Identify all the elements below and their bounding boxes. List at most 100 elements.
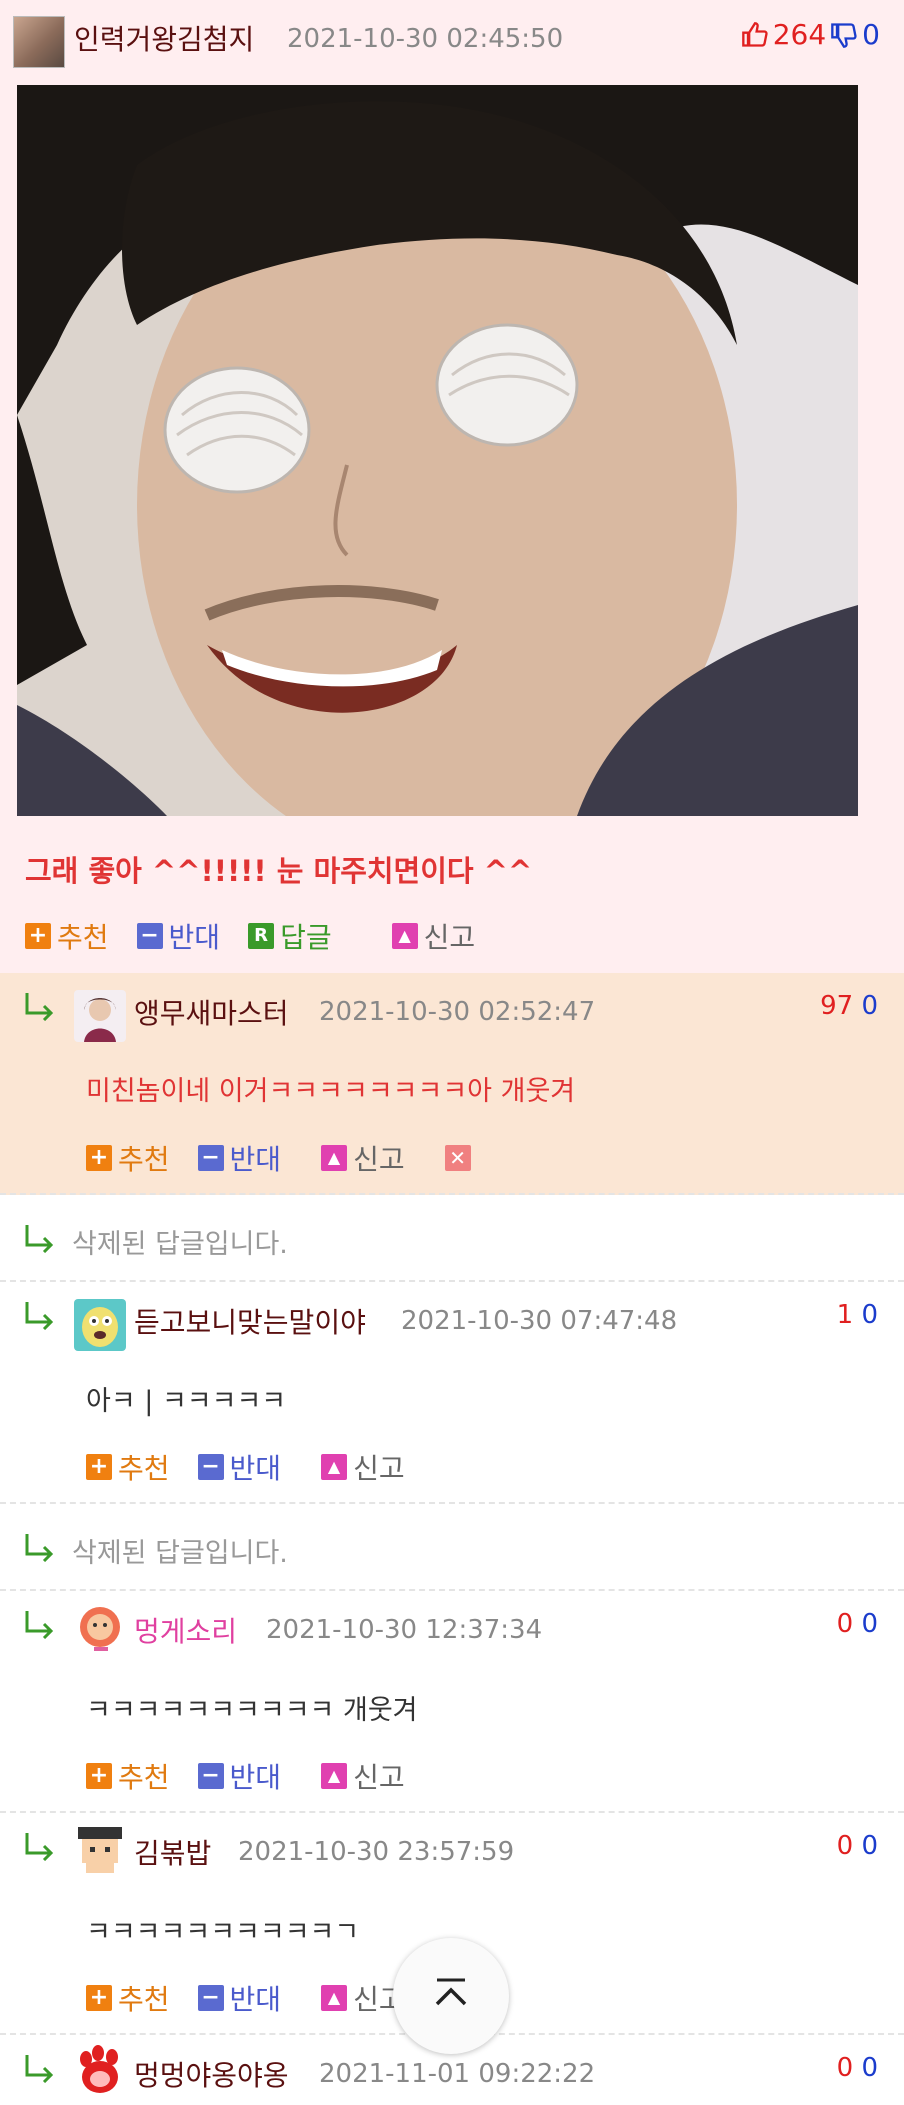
reply-arrow-icon bbox=[25, 1833, 54, 1861]
delete-button[interactable]: ✕ bbox=[444, 1145, 477, 1171]
commenter-avatar[interactable] bbox=[74, 1823, 126, 1875]
oppose-label: 반대 bbox=[229, 1143, 282, 1176]
comment-text: 아ㅋ | ㅋㅋㅋㅋㅋ bbox=[86, 1386, 287, 1417]
recommend-button[interactable]: + 추천 bbox=[25, 916, 109, 956]
plus-icon: + bbox=[86, 1454, 112, 1480]
comment-item: 멍게소리 2021-10-30 12:37:34 0 0 ㅋㅋㅋㅋㅋㅋㅋㅋㅋㅋ … bbox=[0, 1591, 904, 1813]
comment-votes: 0 0 bbox=[837, 1831, 878, 1861]
comment-down-count: 0 bbox=[861, 1831, 878, 1861]
comment-down-count: 0 bbox=[861, 2053, 878, 2083]
scroll-top-button[interactable] bbox=[393, 1938, 509, 2054]
oppose-button[interactable]: − 반대 bbox=[136, 916, 221, 956]
oppose-label: 반대 bbox=[229, 1983, 282, 2016]
chevron-up-icon bbox=[435, 1978, 467, 2006]
comment-votes: 0 0 bbox=[837, 1609, 878, 1639]
thumbs-up-icon[interactable] bbox=[741, 21, 769, 49]
comment-actions: + 추천 − 반대 ▲ 신고 bbox=[86, 1447, 433, 1487]
siren-icon: ▲ bbox=[321, 1985, 348, 2011]
recommend-button[interactable]: + 추천 bbox=[86, 1447, 170, 1487]
post-time: 2021-10-30 02:45:50 bbox=[287, 24, 564, 54]
comment-item: 듣고보니맞는말이야 2021-10-30 07:47:48 1 0 아ㅋ | ㅋ… bbox=[0, 1282, 904, 1504]
recommend-button[interactable]: + 추천 bbox=[86, 1756, 170, 1796]
report-button[interactable]: ▲ 신고 bbox=[391, 916, 476, 956]
commenter-avatar[interactable] bbox=[74, 1299, 126, 1351]
comment-time: 2021-10-30 07:47:48 bbox=[401, 1306, 678, 1336]
comment-author[interactable]: 김볶밥 bbox=[134, 1832, 211, 1872]
reply-button[interactable]: R 답글 bbox=[248, 916, 332, 956]
commenter-avatar[interactable] bbox=[74, 2045, 126, 2097]
commenter-avatar[interactable] bbox=[74, 990, 126, 1042]
recommend-label: 추천 bbox=[57, 921, 109, 954]
report-button[interactable]: ▲ 신고 bbox=[321, 1447, 405, 1487]
oppose-button[interactable]: − 반대 bbox=[197, 1978, 282, 2018]
recommend-button[interactable]: + 추천 bbox=[86, 1138, 170, 1178]
comment-item: 앵무새마스터 2021-10-30 02:52:47 97 0 미친놈이네 이거… bbox=[0, 973, 904, 1195]
recommend-label: 추천 bbox=[118, 1761, 170, 1794]
comment-down-count: 0 bbox=[861, 991, 878, 1021]
comment-time: 2021-10-30 02:52:47 bbox=[319, 997, 596, 1027]
deleted-text: 삭제된 답글입니다. bbox=[72, 1229, 288, 1260]
oppose-label: 반대 bbox=[229, 1761, 282, 1794]
plus-icon: + bbox=[86, 1985, 112, 2011]
comment-time: 2021-10-30 23:57:59 bbox=[238, 1837, 515, 1867]
oppose-button[interactable]: − 반대 bbox=[197, 1138, 282, 1178]
post-author[interactable]: 인력거왕김첨지 bbox=[74, 18, 254, 58]
oppose-label: 반대 bbox=[229, 1452, 282, 1485]
reply-arrow-icon bbox=[25, 2055, 54, 2083]
comment-down-count: 0 bbox=[861, 1300, 878, 1330]
minus-icon: − bbox=[197, 1454, 224, 1480]
thumbs-down-icon[interactable] bbox=[830, 21, 858, 49]
comment-text: ㅋㅋㅋㅋㅋㅋㅋㅋㅋㅋ 개웃겨 bbox=[86, 1695, 418, 1726]
minus-icon: − bbox=[136, 923, 163, 949]
post-header: 인력거왕김첨지 2021-10-30 02:45:50 264 0 bbox=[0, 0, 904, 78]
siren-icon: ▲ bbox=[321, 1763, 348, 1789]
reply-label: 답글 bbox=[280, 921, 332, 954]
plus-icon: + bbox=[86, 1763, 112, 1789]
up-count: 264 bbox=[772, 18, 827, 51]
comment-author[interactable]: 멍멍야옹야옹 bbox=[134, 2054, 289, 2094]
comment-author[interactable]: 듣고보니맞는말이야 bbox=[134, 1301, 366, 1341]
oppose-button[interactable]: − 반대 bbox=[197, 1756, 282, 1796]
report-button[interactable]: ▲ 신고 bbox=[321, 1756, 405, 1796]
report-button[interactable]: ▲ 신고 bbox=[321, 1138, 405, 1178]
author-avatar[interactable] bbox=[13, 16, 65, 68]
comment-up-count: 0 bbox=[836, 2053, 854, 2083]
oppose-label: 반대 bbox=[168, 921, 221, 954]
comment-time: 2021-11-01 09:22:22 bbox=[319, 2059, 596, 2089]
commenter-avatar[interactable] bbox=[74, 1603, 126, 1655]
comment-text: 미친놈이네 이거ㅋㅋㅋㅋㅋㅋㅋㅋ아 개웃겨 bbox=[86, 1076, 576, 1107]
comment-author[interactable]: 멍게소리 bbox=[134, 1610, 237, 1650]
comment-votes: 97 0 bbox=[820, 991, 878, 1021]
report-label: 신고 bbox=[423, 921, 476, 954]
comment-author[interactable]: 앵무새마스터 bbox=[134, 992, 289, 1032]
post-image[interactable] bbox=[17, 85, 858, 816]
reply-arrow-icon bbox=[25, 1534, 54, 1562]
report-label: 신고 bbox=[353, 1452, 405, 1485]
deleted-text: 삭제된 답글입니다. bbox=[72, 1538, 288, 1569]
reply-arrow-icon bbox=[25, 1302, 54, 1330]
plus-icon: + bbox=[25, 923, 51, 949]
post-text: 그래 좋아 ^^!!!!! 눈 마주치면이다 ^^ bbox=[25, 854, 533, 888]
minus-icon: − bbox=[197, 1985, 224, 2011]
recommend-label: 추천 bbox=[118, 1983, 170, 2016]
reply-icon: R bbox=[248, 923, 275, 949]
comment-down-count: 0 bbox=[861, 1609, 878, 1639]
plus-icon: + bbox=[86, 1145, 112, 1171]
close-icon: ✕ bbox=[444, 1145, 471, 1171]
comment-actions: + 추천 − 반대 ▲ 신고 bbox=[86, 1978, 433, 2018]
oppose-button[interactable]: − 반대 bbox=[197, 1447, 282, 1487]
deleted-comment: 삭제된 답글입니다. bbox=[0, 1195, 904, 1282]
comment-up-count: 0 bbox=[836, 1831, 854, 1861]
comment-votes: 0 0 bbox=[837, 2053, 878, 2083]
recommend-button[interactable]: + 추천 bbox=[86, 1978, 170, 2018]
comment-time: 2021-10-30 12:37:34 bbox=[266, 1615, 543, 1645]
comment-votes: 1 0 bbox=[837, 1300, 878, 1330]
siren-icon: ▲ bbox=[321, 1145, 348, 1171]
reply-arrow-icon bbox=[25, 993, 54, 1021]
reply-arrow-icon bbox=[25, 1611, 54, 1639]
comment-up-count: 97 bbox=[820, 991, 854, 1021]
recommend-label: 추천 bbox=[118, 1143, 170, 1176]
report-label: 신고 bbox=[353, 1143, 405, 1176]
post-actions: + 추천 − 반대 R 답글 ▲ 신고 bbox=[25, 916, 503, 956]
main-post: 인력거왕김첨지 2021-10-30 02:45:50 264 0 그래 좋아 … bbox=[0, 0, 904, 973]
